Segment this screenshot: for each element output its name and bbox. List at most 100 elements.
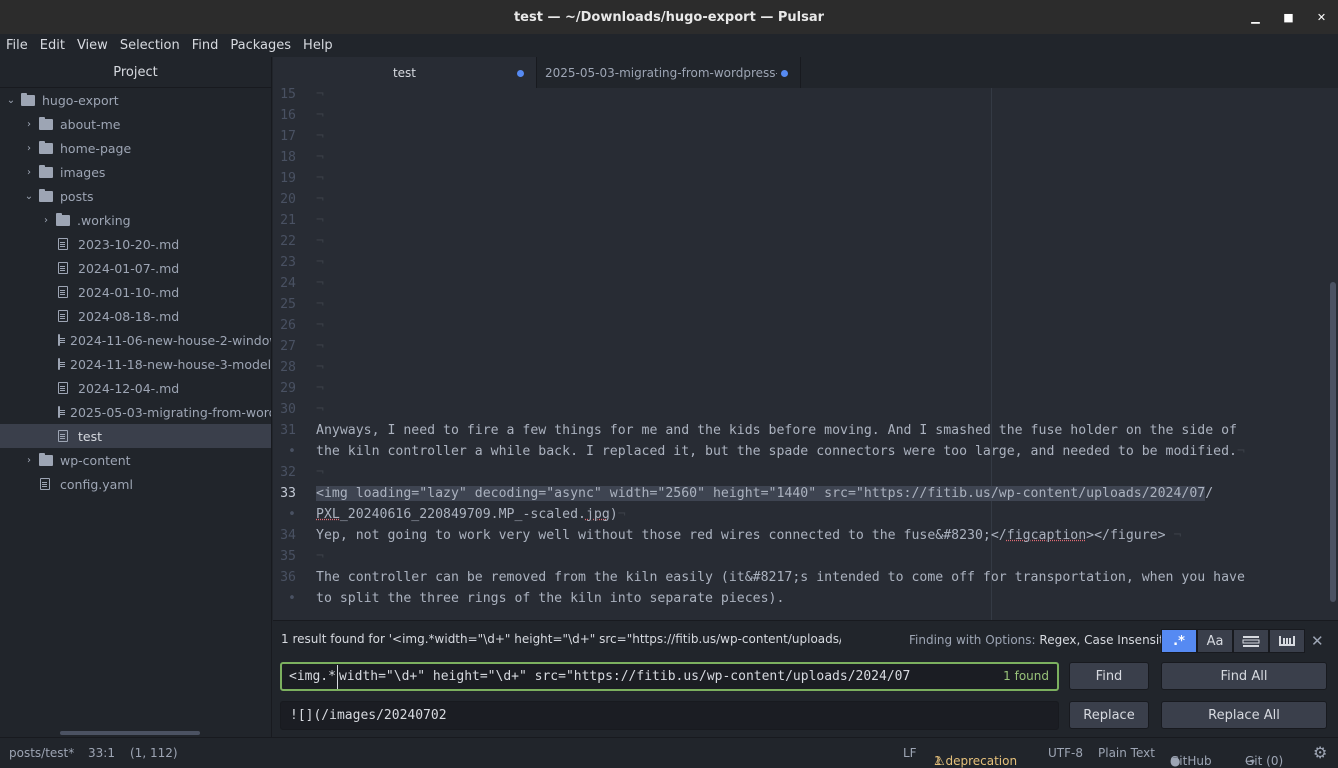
status-cursor-position[interactable]: 33:1 bbox=[88, 746, 115, 760]
editor-empty-line: 22 ¬ bbox=[273, 231, 1338, 252]
eol-marker: ¬ bbox=[316, 108, 324, 123]
line-number: 24 bbox=[280, 276, 296, 291]
status-grammar[interactable]: Plain Text bbox=[1098, 746, 1155, 760]
file-icon bbox=[58, 430, 68, 442]
tree-folder-about-me[interactable]: › about-me bbox=[0, 112, 271, 136]
line-number: 30 bbox=[280, 402, 296, 417]
find-all-button[interactable]: Find All bbox=[1161, 662, 1327, 690]
editor-empty-line: 18 ¬ bbox=[273, 147, 1338, 168]
tree-folder-label: home-page bbox=[60, 140, 132, 156]
spell-error: jpg bbox=[585, 507, 610, 522]
sidebar-horizontal-scrollbar[interactable] bbox=[60, 731, 200, 735]
folder-icon bbox=[39, 164, 53, 178]
eol-marker: ¬ bbox=[316, 234, 324, 249]
regex-toggle-button[interactable]: .* bbox=[1161, 629, 1197, 653]
menu-selection[interactable]: Selection bbox=[114, 38, 186, 53]
editor-line-33-wrap: • PXL_20240616_220849709.MP_-scaled.jpg)… bbox=[273, 504, 1338, 525]
editor-empty-line: 20 ¬ bbox=[273, 189, 1338, 210]
tree-file[interactable]: 2024-11-18-new-house-3-modeling- bbox=[0, 352, 271, 376]
line-number: 19 bbox=[280, 171, 296, 186]
file-icon bbox=[58, 310, 68, 322]
editor-line-32: 32 ¬ bbox=[273, 462, 1338, 483]
tree-file[interactable]: 2024-01-10-.md bbox=[0, 280, 271, 304]
editor-empty-line: 26 ¬ bbox=[273, 315, 1338, 336]
close-window-button[interactable]: ✕ bbox=[1305, 0, 1338, 34]
editor-line-34: 34 Yep, not going to work very well with… bbox=[273, 525, 1338, 546]
minimize-button[interactable]: ▁ bbox=[1239, 0, 1272, 34]
file-icon bbox=[58, 262, 68, 274]
tree-folder-label: wp-content bbox=[60, 452, 131, 468]
editor-vertical-scrollbar[interactable] bbox=[1330, 282, 1336, 602]
line-text: _20240616_220849709.MP_-scaled. bbox=[339, 507, 586, 522]
tab-label: 2025-05-03-migrating-from-wordpress-to-h bbox=[545, 65, 777, 80]
maximize-button[interactable]: ■ bbox=[1272, 0, 1305, 34]
tree-file[interactable]: 2024-08-18-.md bbox=[0, 304, 271, 328]
line-text: Yep, not going to work very well without… bbox=[316, 525, 1181, 546]
tree-file[interactable]: 2024-11-06-new-house-2-window-fi bbox=[0, 328, 271, 352]
deprecation-label: 1 deprecation bbox=[934, 754, 1018, 768]
chevron-right-icon: › bbox=[27, 118, 31, 130]
status-line-ending[interactable]: LF bbox=[903, 746, 917, 760]
tree-file[interactable]: 2024-01-07-.md bbox=[0, 256, 271, 280]
line-text-wrap: PXL_20240616_220849709.MP_-scaled.jpg)¬ bbox=[316, 504, 626, 525]
line-number: 29 bbox=[280, 381, 296, 396]
replace-input[interactable]: ![](/images/20240702 bbox=[280, 701, 1059, 730]
status-file-path[interactable]: posts/test* bbox=[9, 746, 74, 760]
menu-edit[interactable]: Edit bbox=[34, 38, 71, 53]
chevron-right-icon: › bbox=[44, 214, 48, 226]
tree-file[interactable]: 2025-05-03-migrating-from-wordpre bbox=[0, 400, 271, 424]
replace-all-button[interactable]: Replace All bbox=[1161, 701, 1327, 729]
tree-file[interactable]: config.yaml bbox=[0, 472, 271, 496]
line-number: 34 bbox=[280, 528, 296, 543]
modified-indicator-icon bbox=[781, 70, 788, 77]
eol-marker: ¬ bbox=[316, 318, 324, 333]
menu-file[interactable]: File bbox=[0, 38, 34, 53]
tree-file[interactable]: 2023-10-20-.md bbox=[0, 232, 271, 256]
tree-file-label: 2023-10-20-.md bbox=[78, 236, 180, 252]
tree-folder-root[interactable]: ⌄ hugo-export bbox=[0, 88, 271, 112]
find-button[interactable]: Find bbox=[1069, 662, 1149, 690]
tree-folder-home-page[interactable]: › home-page bbox=[0, 136, 271, 160]
modified-indicator-icon bbox=[517, 70, 524, 77]
close-find-panel-icon[interactable]: ✕ bbox=[1311, 632, 1324, 650]
status-selection-count[interactable]: (1, 112) bbox=[130, 746, 178, 760]
find-option-buttons: .* Aa bbox=[1161, 629, 1305, 653]
tree-folder-label: posts bbox=[60, 188, 94, 204]
menu-help[interactable]: Help bbox=[297, 38, 339, 53]
tree-file-selected[interactable]: test bbox=[0, 424, 271, 448]
whole-word-toggle-button[interactable] bbox=[1269, 629, 1305, 653]
selected-text: <img loading="lazy" decoding="async" wid… bbox=[316, 486, 1206, 501]
tree-file[interactable]: 2024-12-04-.md bbox=[0, 376, 271, 400]
tree-folder-wp-content[interactable]: › wp-content bbox=[0, 448, 271, 472]
find-input[interactable]: <img.* width="\d+" height="\d+" src="http… bbox=[280, 662, 1059, 691]
status-encoding[interactable]: UTF-8 bbox=[1048, 746, 1083, 760]
status-bar: posts/test* 33:1 (1, 112) LF ⚠ 1 depreca… bbox=[0, 737, 1338, 768]
menu-view[interactable]: View bbox=[71, 38, 114, 53]
chevron-right-icon: › bbox=[27, 142, 31, 154]
in-selection-toggle-button[interactable] bbox=[1233, 629, 1269, 653]
menu-find[interactable]: Find bbox=[186, 38, 225, 53]
tree-folder-working[interactable]: › .working bbox=[0, 208, 271, 232]
line-text-wrap: the kiln controller a while back. I repl… bbox=[316, 441, 1245, 462]
eol-marker: ¬ bbox=[316, 255, 324, 270]
text-editor[interactable]: 15 ¬ 16 ¬ 17 ¬ 18 ¬ 19 ¬ 20 ¬ 21 ¬ 22 ¬ 23 ¬ 24 ¬ 25 ¬ 26 ¬ 27 ¬ 2… bbox=[273, 88, 1338, 620]
eol-marker: ¬ bbox=[1237, 444, 1245, 459]
line-text: ) bbox=[609, 507, 618, 522]
tree-file-label: 2024-11-06-new-house-2-window-fi bbox=[70, 332, 272, 348]
case-sensitive-toggle-button[interactable]: Aa bbox=[1197, 629, 1233, 653]
find-options-label: Finding with Options: Regex, Case Insens… bbox=[909, 633, 1182, 647]
eol-marker: ¬ bbox=[316, 171, 324, 186]
settings-gear-icon[interactable]: ⚙ bbox=[1313, 743, 1327, 762]
editor-empty-line: 28 ¬ bbox=[273, 357, 1338, 378]
editor-empty-line: 24 ¬ bbox=[273, 273, 1338, 294]
menu-packages[interactable]: Packages bbox=[224, 38, 297, 53]
replace-button[interactable]: Replace bbox=[1069, 701, 1149, 729]
tab-test[interactable]: test bbox=[273, 57, 537, 88]
project-panel-header[interactable]: Project bbox=[0, 57, 271, 88]
tree-folder-images[interactable]: › images bbox=[0, 160, 271, 184]
tab-migrating-post[interactable]: 2025-05-03-migrating-from-wordpress-to-h bbox=[537, 57, 801, 88]
line-number: 21 bbox=[280, 213, 296, 228]
tree-folder-posts[interactable]: ⌄ posts bbox=[0, 184, 271, 208]
chevron-down-icon: ⌄ bbox=[24, 190, 34, 202]
line-number: 28 bbox=[280, 360, 296, 375]
